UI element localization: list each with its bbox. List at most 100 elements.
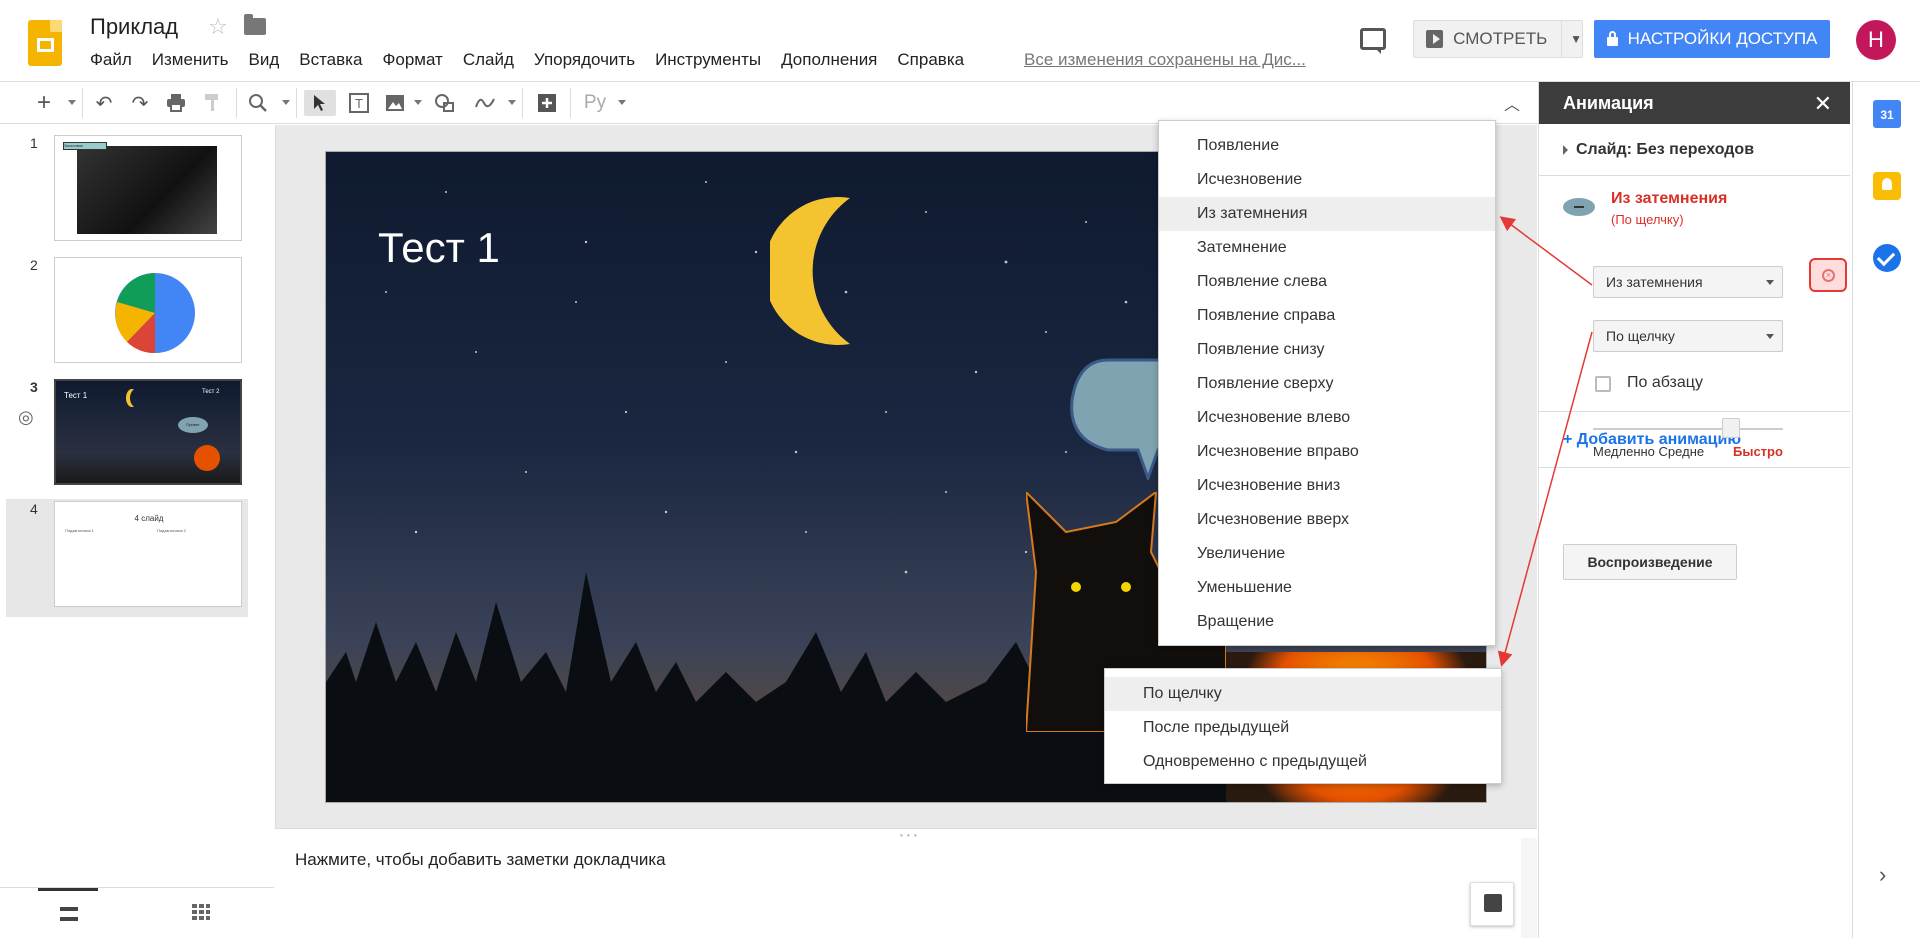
- slide-transition-row[interactable]: Слайд: Без переходов: [1539, 124, 1850, 176]
- avatar[interactable]: Н: [1856, 20, 1896, 60]
- toolbar-divider: [296, 88, 297, 118]
- effect-option[interactable]: Затемнение: [1159, 231, 1495, 265]
- effect-dropdown-menu: Появление Исчезновение Из затемнения Зат…: [1158, 120, 1496, 646]
- zoom-icon[interactable]: [246, 90, 270, 116]
- delete-animation-button[interactable]: ×: [1809, 258, 1847, 292]
- slider-thumb[interactable]: [1722, 418, 1740, 438]
- speed-slider[interactable]: [1593, 416, 1783, 438]
- trigger-option[interactable]: После предыдущей: [1105, 711, 1501, 745]
- expand-icon[interactable]: ›: [1879, 862, 1886, 888]
- menu-help[interactable]: Справка: [887, 50, 974, 70]
- comments-icon[interactable]: [1360, 28, 1386, 54]
- speaker-notes[interactable]: Нажмите, чтобы добавить заметки докладчи…: [275, 838, 1537, 938]
- slide-thumbnail-4[interactable]: 4 слайд Подзаголовок 1 Подзаголовок 2: [54, 501, 242, 607]
- chevron-down-icon[interactable]: [414, 100, 422, 105]
- image-icon[interactable]: [382, 90, 408, 116]
- present-button[interactable]: СМОТРЕТЬ ▼: [1413, 20, 1583, 58]
- slide-title[interactable]: Тест 1: [378, 224, 500, 272]
- trigger-option-selected[interactable]: По щелчку: [1105, 677, 1501, 711]
- effect-option[interactable]: Появление справа: [1159, 299, 1495, 333]
- language-selector[interactable]: Ру: [580, 90, 610, 116]
- slides-logo-icon[interactable]: [28, 20, 62, 66]
- effect-select[interactable]: Из затемнения: [1593, 266, 1783, 298]
- effect-option[interactable]: Появление сверху: [1159, 367, 1495, 401]
- by-paragraph-label: По абзацу: [1627, 374, 1703, 391]
- effect-option-selected[interactable]: Из затемнения: [1159, 197, 1495, 231]
- explore-button[interactable]: [1470, 882, 1514, 926]
- thumb-subtitle-1: Подзаголовок 1: [65, 528, 94, 533]
- shape-icon[interactable]: [432, 90, 458, 116]
- paint-format-icon[interactable]: [200, 90, 224, 116]
- moon-shape[interactable]: [770, 194, 860, 348]
- notes-placeholder[interactable]: Нажмите, чтобы добавить заметки докладчи…: [295, 850, 666, 870]
- animation-object-icon: [1563, 198, 1595, 216]
- select-icon[interactable]: [304, 90, 336, 116]
- effect-option[interactable]: Исчезновение вниз: [1159, 469, 1495, 503]
- menu-edit[interactable]: Изменить: [142, 50, 239, 70]
- notes-resize-handle[interactable]: • • •: [275, 828, 1537, 840]
- effect-option[interactable]: Появление снизу: [1159, 333, 1495, 367]
- add-icon[interactable]: +: [32, 89, 56, 116]
- redo-icon[interactable]: ↷: [128, 90, 152, 116]
- by-paragraph-checkbox[interactable]: [1595, 376, 1611, 392]
- effect-select-value: Из затемнения: [1606, 274, 1703, 290]
- chevron-down-icon[interactable]: [282, 100, 290, 105]
- effect-option[interactable]: Увеличение: [1159, 537, 1495, 571]
- trigger-select[interactable]: По щелчку: [1593, 320, 1783, 352]
- menu-file[interactable]: Файл: [80, 50, 142, 70]
- notes-scrollbar[interactable]: [1521, 838, 1537, 938]
- explore-icon: [1484, 894, 1502, 912]
- effect-option[interactable]: Исчезновение вправо: [1159, 435, 1495, 469]
- menu-addons[interactable]: Дополнения: [771, 50, 887, 70]
- print-icon[interactable]: [164, 90, 188, 116]
- speed-fast-label: Быстро: [1733, 444, 1783, 459]
- effect-option[interactable]: Вращение: [1159, 605, 1495, 639]
- menu-view[interactable]: Вид: [238, 50, 289, 70]
- list-view-button[interactable]: [38, 888, 98, 938]
- trigger-select-value: По щелчку: [1606, 328, 1675, 344]
- save-status-link[interactable]: Все изменения сохранены на Дис...: [1024, 50, 1316, 70]
- trigger-dropdown-menu: По щелчку После предыдущей Одновременно …: [1104, 668, 1502, 784]
- line-icon[interactable]: [472, 90, 498, 116]
- effect-option[interactable]: Исчезновение: [1159, 163, 1495, 197]
- star-icon[interactable]: ☆: [208, 14, 228, 40]
- play-animation-button[interactable]: Воспроизведение: [1563, 544, 1737, 580]
- pie-thumbnail: [115, 273, 195, 354]
- effect-option[interactable]: Появление: [1159, 129, 1495, 163]
- speed-labels: Медленно Средне Быстро: [1593, 444, 1793, 459]
- effect-option[interactable]: Появление слева: [1159, 265, 1495, 299]
- folder-icon[interactable]: [244, 14, 266, 35]
- chevron-down-icon[interactable]: [508, 100, 516, 105]
- text-box-icon[interactable]: T: [346, 90, 372, 116]
- tasks-icon[interactable]: [1873, 244, 1901, 272]
- slide-thumbnail-1[interactable]: Заголовок презентации: [54, 135, 242, 241]
- chevron-down-icon[interactable]: [68, 100, 76, 105]
- chevron-down-icon[interactable]: ▼: [1570, 32, 1582, 46]
- effect-option[interactable]: Исчезновение вверх: [1159, 503, 1495, 537]
- effect-option[interactable]: Уменьшение: [1159, 571, 1495, 605]
- calendar-icon[interactable]: 31: [1873, 100, 1901, 128]
- menu-arrange[interactable]: Упорядочить: [524, 50, 645, 70]
- menu-tools[interactable]: Инструменты: [645, 50, 771, 70]
- chevron-down-icon[interactable]: [618, 100, 626, 105]
- effect-option[interactable]: Исчезновение влево: [1159, 401, 1495, 435]
- close-icon[interactable]: ✕: [1814, 91, 1832, 117]
- slide-thumbnail-3[interactable]: Тест 1 Тест 2 Привет: [54, 379, 242, 485]
- menu-insert[interactable]: Вставка: [289, 50, 372, 70]
- present-divider: [1561, 21, 1563, 57]
- thumb-label: Заголовок презентации: [63, 142, 107, 150]
- menu-slide[interactable]: Слайд: [453, 50, 524, 70]
- grid-view-icon[interactable]: [192, 904, 210, 920]
- share-button[interactable]: НАСТРОЙКИ ДОСТУПА: [1594, 20, 1830, 58]
- slide-number: 2: [30, 257, 38, 273]
- slide-thumbnail-2[interactable]: [54, 257, 242, 363]
- animation-item-title[interactable]: Из затемнения: [1611, 190, 1727, 208]
- document-title[interactable]: Приклад: [90, 14, 178, 40]
- undo-icon[interactable]: ↶: [92, 90, 116, 116]
- collapse-icon[interactable]: ︿: [1500, 90, 1524, 116]
- comment-add-icon[interactable]: [534, 90, 560, 116]
- speed-slow-label: Медленно: [1593, 444, 1655, 459]
- trigger-option[interactable]: Одновременно с предыдущей: [1105, 745, 1501, 779]
- menu-format[interactable]: Формат: [372, 50, 452, 70]
- keep-icon[interactable]: [1873, 172, 1901, 200]
